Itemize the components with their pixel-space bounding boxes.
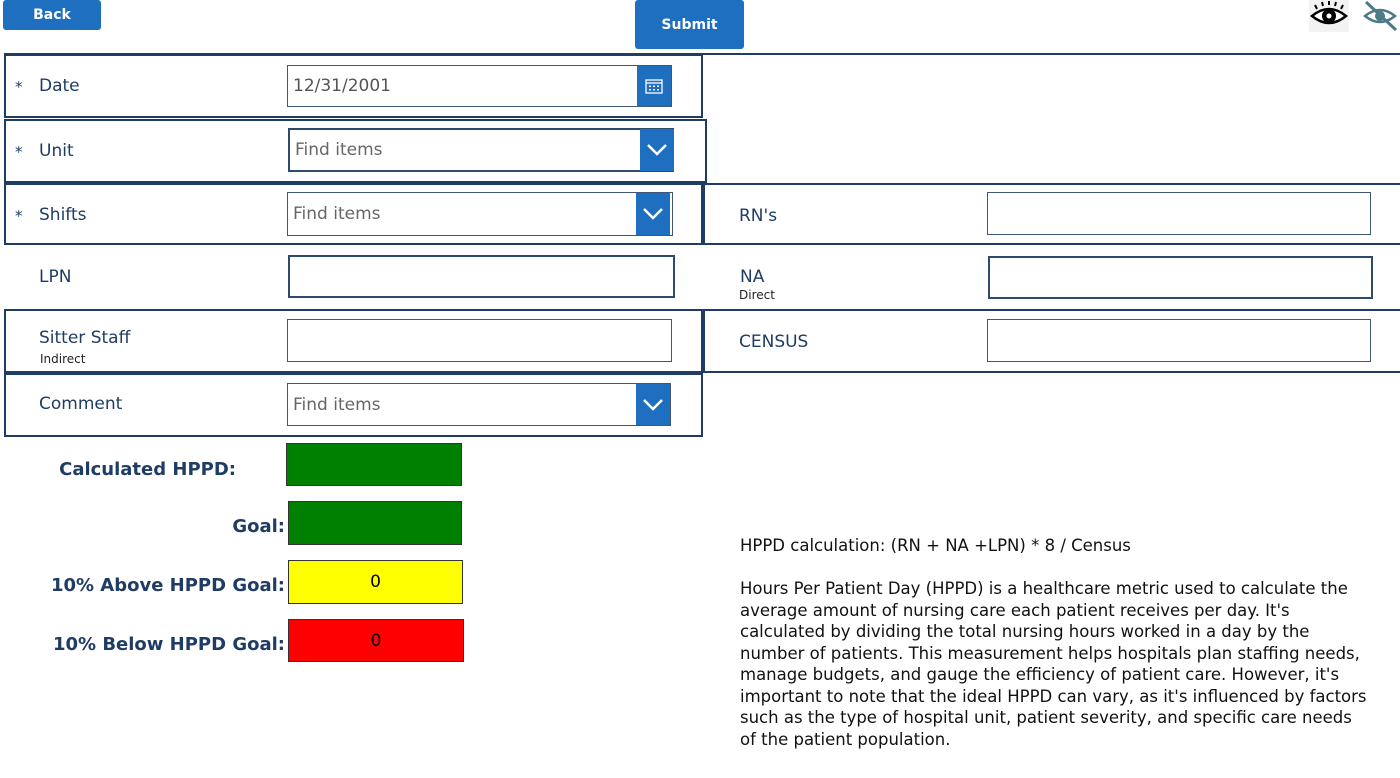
calculated-hppd-label: Calculated HPPD: bbox=[59, 459, 236, 480]
sitter-staff-sublabel: Indirect bbox=[40, 352, 86, 366]
required-marker: * bbox=[15, 78, 23, 96]
lpn-field[interactable] bbox=[288, 255, 675, 298]
shifts-label: Shifts bbox=[39, 205, 87, 225]
date-field[interactable]: 12/31/2001 bbox=[287, 65, 672, 107]
back-button[interactable]: Back bbox=[3, 0, 101, 30]
comment-placeholder: Find items bbox=[293, 394, 381, 415]
submit-button[interactable]: Submit bbox=[635, 0, 744, 49]
shifts-combobox[interactable]: Find items bbox=[287, 192, 673, 236]
chevron-down-icon bbox=[643, 398, 663, 411]
calendar-icon bbox=[645, 79, 663, 94]
sitter-staff-field[interactable] bbox=[287, 319, 672, 362]
hppd-formula: HPPD calculation: (RN + NA +LPN) * 8 / C… bbox=[740, 536, 1131, 555]
below-goal-value: 0 bbox=[288, 619, 464, 662]
calendar-button[interactable] bbox=[637, 66, 671, 106]
shifts-dropdown-button[interactable] bbox=[636, 193, 670, 235]
eye-slash-icon[interactable] bbox=[1360, 0, 1400, 32]
sitter-staff-label: Sitter Staff bbox=[39, 328, 131, 348]
unit-label: Unit bbox=[39, 141, 74, 161]
above-goal-label: 10% Above HPPD Goal: bbox=[50, 575, 285, 596]
shifts-placeholder: Find items bbox=[293, 204, 381, 224]
hppd-description: Hours Per Patient Day (HPPD) is a health… bbox=[740, 579, 1367, 749]
chevron-down-icon bbox=[647, 144, 667, 156]
goal-value bbox=[288, 501, 462, 545]
date-label: Date bbox=[39, 76, 80, 96]
eye-icon[interactable] bbox=[1309, 0, 1349, 32]
census-field[interactable] bbox=[987, 319, 1371, 362]
below-goal-label: 10% Below HPPD Goal: bbox=[52, 634, 285, 655]
lpn-label: LPN bbox=[39, 267, 72, 287]
comment-combobox[interactable]: Find items bbox=[287, 383, 671, 426]
required-marker: * bbox=[15, 143, 23, 161]
required-marker: * bbox=[15, 207, 23, 225]
rns-field[interactable] bbox=[987, 192, 1371, 235]
na-sublabel: Direct bbox=[739, 288, 775, 302]
unit-placeholder: Find items bbox=[295, 140, 383, 160]
chevron-down-icon bbox=[643, 208, 663, 220]
comment-label: Comment bbox=[39, 394, 123, 414]
unit-combobox[interactable]: Find items bbox=[288, 128, 674, 172]
na-field[interactable] bbox=[988, 256, 1373, 299]
unit-dropdown-button[interactable] bbox=[640, 129, 674, 171]
goal-label: Goal: bbox=[232, 516, 285, 537]
date-value: 12/31/2001 bbox=[293, 76, 391, 96]
calculated-hppd-value bbox=[286, 443, 462, 486]
census-label: CENSUS bbox=[739, 332, 809, 352]
above-goal-value: 0 bbox=[288, 560, 463, 604]
comment-dropdown-button[interactable] bbox=[636, 384, 670, 425]
na-label: NA bbox=[740, 267, 765, 287]
rns-label: RN's bbox=[739, 206, 778, 226]
